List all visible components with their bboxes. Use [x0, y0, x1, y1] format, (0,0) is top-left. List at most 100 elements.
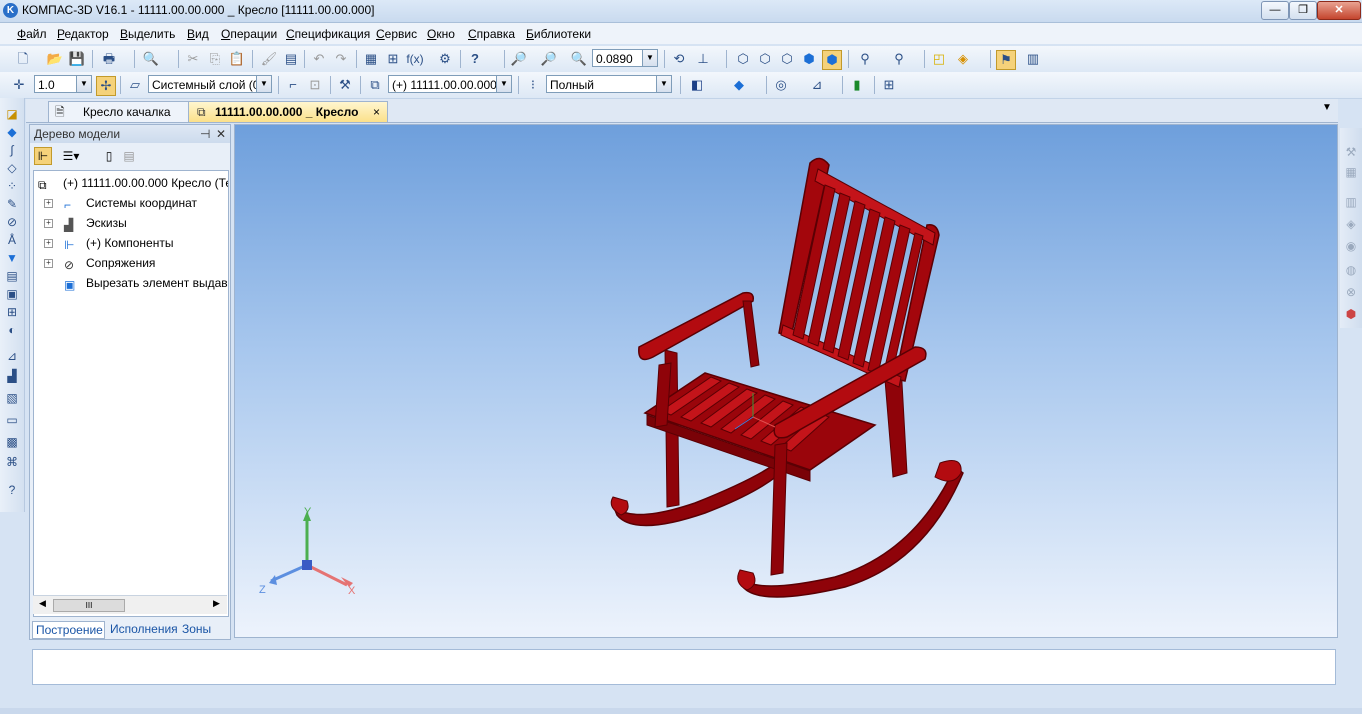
print-preview-icon[interactable]: 🔍	[142, 50, 160, 68]
perspective-icon[interactable]: ◰	[930, 50, 948, 68]
close-tab-icon[interactable]: ×	[373, 102, 380, 122]
chevron-down-icon[interactable]: ▼	[496, 76, 511, 92]
tool-b-icon[interactable]: ▦	[1343, 164, 1359, 180]
print-icon[interactable]: 🖶	[100, 50, 118, 68]
tree-item-coordinate-systems[interactable]: + ⌐ Системы координат	[34, 193, 228, 213]
menu-specification[interactable]: Спецификация	[286, 27, 370, 41]
expand-icon[interactable]: +	[44, 259, 53, 268]
expand-icon[interactable]: +	[44, 239, 53, 248]
tool-c-icon[interactable]: ▥	[1343, 194, 1359, 210]
expand-icon[interactable]: +	[44, 199, 53, 208]
zoom-scale-icon[interactable]: 🔍	[570, 50, 588, 68]
properties-icon[interactable]: ▤	[282, 50, 300, 68]
chevron-down-icon[interactable]: ▼	[76, 76, 91, 92]
help-icon[interactable]: ?	[4, 482, 20, 498]
bounding-icon[interactable]: ⌘	[4, 454, 20, 470]
display-mode-combo[interactable]: Полный ▼	[546, 75, 672, 93]
array-icon[interactable]: ⁘	[4, 178, 20, 194]
zoom-window-icon[interactable]: 🔎	[510, 50, 528, 68]
local-cs-icon[interactable]: ⌐	[284, 76, 302, 94]
copy-icon[interactable]: ⎘	[206, 50, 224, 68]
save-icon[interactable]: 💾	[68, 50, 86, 68]
undo-icon[interactable]: ↶	[310, 50, 328, 68]
component-combo[interactable]: (+) 11111.00.00.000 ▼	[388, 75, 512, 93]
tool-a-icon[interactable]: ⚒	[1343, 144, 1359, 160]
snap-toggle-icon[interactable]: ✢	[96, 76, 116, 96]
display-mode-icon[interactable]: ⁝	[524, 76, 542, 94]
hidden-lines-icon[interactable]: ⬡	[756, 50, 774, 68]
layer-combo[interactable]: Системный слой (0) ▼	[148, 75, 272, 93]
scroll-left-icon[interactable]: ◀	[39, 598, 46, 609]
3d-viewport[interactable]: Y X Z	[234, 124, 1338, 638]
tab-rocking-chair[interactable]: 🗎 Кресло качалка	[48, 101, 200, 122]
rocking-chair-model[interactable]	[610, 157, 964, 598]
tab-chair-assembly[interactable]: ⧉ 11111.00.00.000 _ Кресло ×	[188, 101, 388, 122]
maximize-button[interactable]: ❐	[1289, 1, 1317, 20]
tree-item-extrude-cut[interactable]: ▣ Вырезать элемент выдав.	[34, 273, 228, 293]
tab-versions[interactable]: Исполнения	[110, 621, 178, 637]
orientation-icon[interactable]: ⊥	[694, 50, 712, 68]
hidden-thin-icon[interactable]: ⬡	[778, 50, 796, 68]
function-icon[interactable]: f(x)	[406, 50, 424, 68]
chevron-down-icon[interactable]: ▼	[256, 76, 271, 92]
minimize-button[interactable]: —	[1261, 1, 1289, 20]
shaded-edges-icon[interactable]: ⬢	[822, 50, 842, 70]
shaded-icon[interactable]: ⬢	[800, 50, 818, 68]
tab-construction[interactable]: Построение	[32, 621, 105, 639]
measure-icon[interactable]: ▥	[1024, 50, 1042, 68]
component-icon[interactable]: ⧉	[366, 76, 384, 94]
filter-icon[interactable]: ▼	[4, 250, 20, 266]
menu-window[interactable]: Окно	[427, 27, 455, 41]
tool-f-icon[interactable]: ◍	[1343, 262, 1359, 278]
section-icon[interactable]: ⊿	[808, 76, 826, 94]
menu-help[interactable]: Справка	[468, 27, 515, 41]
tree-horizontal-scrollbar[interactable]: ◀ III ▶	[33, 595, 227, 614]
report-icon[interactable]: ▣	[4, 286, 20, 302]
tree-item-sketches[interactable]: + ▟ Эскизы	[34, 213, 228, 233]
doc-icon[interactable]: ▭	[4, 412, 20, 428]
sheet-metal-icon[interactable]: ◐	[4, 322, 20, 338]
rotate-icon[interactable]: ⟲	[670, 50, 688, 68]
tree-toggle-icon[interactable]: ⚑	[996, 50, 1016, 70]
variables-icon[interactable]: ⊞	[384, 50, 402, 68]
spec-icon[interactable]: ▤	[4, 268, 20, 284]
show-all-icon[interactable]: ⚲	[856, 50, 874, 68]
print-icon[interactable]: ▩	[4, 434, 20, 450]
edit-component-icon[interactable]: ⚒	[336, 76, 354, 94]
zoom-scale-combo[interactable]: 0.0890 ▼	[592, 49, 658, 67]
export-icon[interactable]: ▮	[848, 76, 866, 94]
light-icon[interactable]: ◎	[772, 76, 790, 94]
new-document-icon[interactable]: 🗋	[14, 50, 32, 68]
cursor-snap-icon[interactable]: ✛	[10, 76, 28, 94]
kompas-app-icon[interactable]: K	[3, 3, 18, 18]
redo-icon[interactable]: ↷	[332, 50, 350, 68]
material-icon[interactable]: ◧	[688, 76, 706, 94]
paste-icon[interactable]: 📋	[228, 50, 246, 68]
tool-d-icon[interactable]: ◈	[1343, 216, 1359, 232]
wireframe-icon[interactable]: ⬡	[734, 50, 752, 68]
open-folder-icon[interactable]: 📂	[46, 50, 64, 68]
menu-operations[interactable]: Операции	[221, 27, 277, 41]
layer-icon[interactable]: ▱	[126, 76, 144, 94]
help-pointer-icon[interactable]: ?	[466, 50, 484, 68]
measure-icon[interactable]: ⊞	[4, 304, 20, 320]
tab-zones[interactable]: Зоны	[182, 621, 211, 637]
tree-options-icon[interactable]: ▤	[120, 147, 138, 165]
solid-icon[interactable]: ◆	[4, 124, 20, 140]
edit-part-icon[interactable]: ◪	[4, 106, 20, 122]
manager-icon[interactable]: ▦	[362, 50, 380, 68]
orientation-cs-icon[interactable]: ⊡	[306, 76, 324, 94]
sketch-icon[interactable]: ▟	[4, 368, 20, 384]
menu-select[interactable]: Выделить	[120, 27, 175, 41]
menu-editor[interactable]: Редактор	[57, 27, 109, 41]
menu-libraries[interactable]: Библиотеки	[526, 27, 591, 41]
libraries-icon[interactable]: ⚙	[436, 50, 454, 68]
aux-geometry-icon[interactable]: ✎	[4, 196, 20, 212]
chevron-down-icon[interactable]: ▼	[656, 76, 671, 92]
pin-icon[interactable]: ⊣	[200, 127, 210, 141]
surface-icon[interactable]: ◇	[4, 160, 20, 176]
tree-item-components[interactable]: + ⊩ (+) Компоненты	[34, 233, 228, 253]
chair-model-svg[interactable]: Y X Z	[235, 125, 1339, 639]
menu-file[interactable]: Файл	[17, 27, 47, 41]
display-settings-icon[interactable]: ◈	[954, 50, 972, 68]
